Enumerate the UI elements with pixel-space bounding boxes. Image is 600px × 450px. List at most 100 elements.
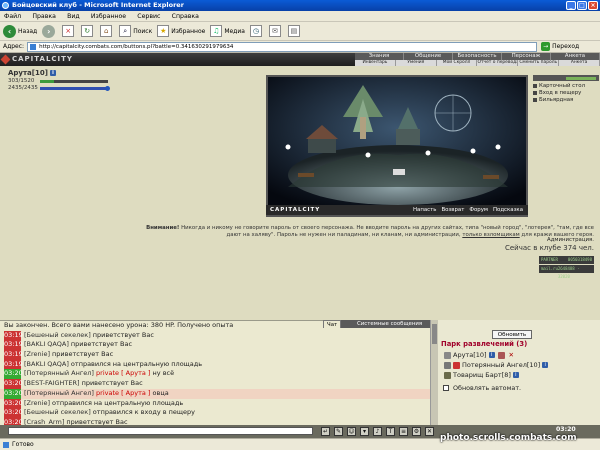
nav-change-password[interactable]: Сменить пароль (518, 60, 560, 66)
nav-knowledge[interactable]: Знания (355, 53, 404, 60)
translit-icon[interactable]: T (386, 427, 395, 436)
chat-line: 03:19[BAKLI QAQA] отправился на централь… (0, 359, 438, 370)
print-button[interactable]: ▤ (287, 25, 302, 37)
scroll-thumb[interactable] (432, 324, 437, 344)
forward-button[interactable]: › (42, 24, 57, 38)
nav-profile[interactable]: Анкета (551, 53, 600, 60)
location-scene[interactable] (266, 75, 528, 217)
chat-private-tag[interactable]: private [ Арута ] (94, 369, 150, 377)
nav-questionnaire[interactable]: Анкета (559, 60, 600, 66)
menu-file[interactable]: Файл (4, 13, 21, 20)
chat-time: 03:20 (4, 398, 23, 409)
park-player-1[interactable]: Арута [10] i ✕ (444, 351, 514, 359)
scroll-icon[interactable]: ≡ (399, 427, 408, 436)
nav-transfers-report[interactable]: Отчет о переводах (477, 60, 519, 66)
clan-icon (453, 361, 460, 369)
hint-link[interactable]: Подсказка (493, 207, 523, 213)
filter-icon[interactable]: ▾ (360, 427, 369, 436)
go-button[interactable]: → Переход (541, 42, 579, 51)
nav-character[interactable]: Персонаж (502, 53, 551, 60)
stop-button[interactable]: × (62, 25, 76, 37)
send-icon[interactable]: ↵ (321, 427, 330, 436)
url-input[interactable]: http://capitalcity.combats.com/buttons.p… (27, 41, 538, 52)
scene-logo: CAPITALCITY (270, 207, 321, 213)
logo-diamond-icon (0, 54, 11, 65)
scene-footer: CAPITALCITY Напасть Возврат Форум Подска… (266, 205, 528, 215)
tab-system-messages[interactable]: Системные сообщения (341, 320, 438, 328)
menu-edit[interactable]: Правка (32, 13, 56, 20)
player-name[interactable]: Арута (8, 69, 32, 77)
cross-icon[interactable]: ✕ (509, 351, 514, 359)
auto-refresh-checkbox[interactable]: Обновлять автомат. (443, 384, 521, 392)
refresh-list-button[interactable]: Обновить (492, 330, 532, 339)
menu-favorites[interactable]: Избранное (91, 13, 126, 20)
info-icon[interactable]: i (49, 70, 56, 76)
game-clock: 03:20 (556, 426, 576, 433)
chat-author[interactable]: [Zrenie] (24, 350, 50, 358)
chat-time: 03:19 (4, 340, 23, 351)
bullet-icon (533, 84, 537, 88)
chat-author[interactable]: [Бешеный секелек] (24, 408, 91, 416)
nav-skills[interactable]: Умения (396, 60, 437, 66)
ie-icon (2, 2, 9, 9)
checkbox[interactable] (443, 385, 449, 391)
info-icon[interactable]: i (512, 372, 519, 378)
tab-chat[interactable]: Чат (323, 320, 342, 328)
chat-time: 03:20 (4, 379, 23, 389)
nav-inventory[interactable]: Инвентарь (355, 60, 396, 66)
menu-help[interactable]: Справка (172, 13, 199, 20)
info-icon[interactable]: i (542, 362, 549, 368)
hp-bar (40, 79, 108, 83)
chat-author[interactable]: [BAKLI QAQA] (24, 340, 69, 348)
chat-author[interactable]: [BAKLI QAQA] (24, 360, 69, 368)
location-card-table[interactable]: Карточный стол (533, 83, 599, 89)
info-icon[interactable]: i (488, 352, 495, 358)
home-button[interactable]: ⌂ (100, 25, 114, 37)
search-button[interactable]: ⌕ Поиск (119, 25, 152, 37)
nav-security[interactable]: Безопасность (453, 53, 502, 60)
history-button[interactable]: ◷ (249, 25, 264, 37)
back-button[interactable]: ‹ Назад (3, 24, 37, 38)
menu-view[interactable]: Вид (67, 13, 80, 20)
maximize-button[interactable]: □ (577, 1, 587, 10)
mail-button[interactable]: ✉ (268, 25, 283, 37)
favorites-button[interactable]: ★ Избранное (157, 25, 205, 37)
chat-author[interactable]: [Потерянный Ангел] (24, 369, 94, 377)
smile-icon[interactable]: ☺ (347, 427, 356, 436)
nav-my-scroll[interactable]: Мой Скролл (437, 60, 478, 66)
settings-icon[interactable]: ⚙ (412, 427, 421, 436)
chat-author[interactable]: [Zrenie] (24, 399, 50, 407)
attack-link[interactable]: Напасть (413, 207, 436, 213)
chat-message-input[interactable] (8, 427, 313, 435)
game-nav: Знания Общение Безопасность Персонаж Анк… (355, 53, 600, 66)
menu-bar: Файл Правка Вид Избранное Сервис Справка (0, 11, 600, 22)
counter-mail[interactable]: mail.ru 2648488 · 32020 (539, 265, 594, 279)
clear-icon[interactable]: ✎ (334, 427, 343, 436)
chat-scrollbar[interactable] (430, 320, 438, 425)
park-player-3[interactable]: Товарищ Барт [8] i (444, 371, 519, 379)
media-button[interactable]: ♫ Медиа (210, 25, 245, 37)
forward-arrow-icon: › (42, 24, 56, 38)
player-name-row: Арута [10] i (8, 69, 118, 77)
chat-line: 03:20[Zrenie] отправился на центральную … (0, 398, 438, 409)
nav-communication[interactable]: Общение (404, 53, 453, 60)
chat-author[interactable]: [Потерянный Ангел] (24, 389, 94, 397)
sound-icon[interactable]: ♪ (373, 427, 382, 436)
location-billiards[interactable]: Бильярдная (533, 97, 599, 103)
park-player-2[interactable]: Потерянный Ангел [10] i (444, 361, 549, 369)
location-cave-entrance[interactable]: Вход в пещеру (533, 90, 599, 96)
chat-author[interactable]: [Бешеный секелек] (24, 331, 91, 339)
counter-partner[interactable]: PARTNER 0050318498 (539, 256, 594, 264)
exit-icon[interactable]: ✕ (425, 427, 434, 436)
minimize-button[interactable]: _ (566, 1, 576, 10)
star-icon: ★ (157, 25, 170, 37)
forum-link[interactable]: Форум (469, 207, 488, 213)
chat-author[interactable]: [BEST-FAIGHTER] (24, 379, 80, 387)
return-link[interactable]: Возврат (441, 207, 464, 213)
park-night-scene (268, 77, 526, 205)
menu-tools[interactable]: Сервис (137, 13, 160, 20)
refresh-button[interactable]: ↻ (81, 25, 95, 37)
mana-value: 2435/2435 (8, 85, 38, 91)
close-button[interactable]: × (588, 1, 598, 10)
chat-private-tag[interactable]: private [ Арута ] (94, 389, 150, 397)
